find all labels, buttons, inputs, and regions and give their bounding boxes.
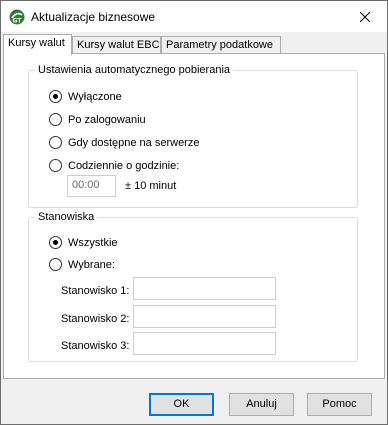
close-button[interactable]	[343, 1, 387, 32]
radio-disabled[interactable]: Wyłączone	[49, 90, 122, 103]
auto-download-legend: Ustawienia automatycznego pobierania	[35, 64, 234, 77]
radio-label: Wybrane:	[68, 258, 115, 271]
cancel-button[interactable]: Anuluj	[229, 393, 294, 416]
dialog-window: GT Aktualizacje biznesowe Kursy walut Ku…	[0, 0, 388, 425]
radio-selected-workstations[interactable]: Wybrane:	[49, 258, 115, 271]
radio-button[interactable]	[49, 136, 62, 149]
workstation-2-input[interactable]	[133, 305, 276, 328]
workstation-3-label: Stanowisko 3:	[61, 340, 130, 352]
tab-parametry-podatkowe[interactable]: Parametry podatkowe	[161, 36, 281, 54]
workstations-group: Stanowiska Wszystkie Wybrane: Stanowisko…	[28, 211, 358, 362]
title-bar[interactable]: GT Aktualizacje biznesowe	[1, 1, 387, 32]
radio-after-login[interactable]: Po zalogowaniu	[49, 113, 146, 126]
time-input[interactable]: 00:00	[67, 175, 116, 197]
workstations-legend: Stanowiska	[35, 211, 98, 224]
radio-label: Gdy dostępne na serwerze	[68, 136, 200, 149]
help-button[interactable]: Pomoc	[307, 393, 372, 416]
window-title: Aktualizacje biznesowe	[31, 10, 156, 24]
workstation-1-input[interactable]	[133, 277, 276, 300]
radio-button[interactable]	[49, 159, 62, 172]
auto-download-group: Ustawienia automatycznego pobierania Wył…	[28, 64, 358, 208]
close-icon	[360, 11, 370, 22]
time-tolerance-label: ± 10 minut	[125, 180, 177, 192]
radio-button[interactable]	[49, 258, 62, 271]
radio-label: Po zalogowaniu	[68, 113, 146, 126]
radio-label: Wszystkie	[68, 236, 118, 249]
radio-when-available[interactable]: Gdy dostępne na serwerze	[49, 136, 199, 149]
workstation-2-label: Stanowisko 2:	[61, 313, 130, 325]
svg-text:GT: GT	[13, 18, 23, 25]
tab-kursy-walut-ebc[interactable]: Kursy walut EBC	[72, 36, 161, 54]
radio-all-workstations[interactable]: Wszystkie	[49, 236, 118, 249]
radio-button[interactable]	[49, 236, 62, 249]
tab-kursy-walut[interactable]: Kursy walut	[3, 34, 72, 55]
radio-label: Codziennie o godzinie:	[68, 159, 180, 172]
ok-button[interactable]: OK	[149, 393, 214, 416]
workstation-3-input[interactable]	[133, 332, 276, 355]
radio-button[interactable]	[49, 113, 62, 126]
tab-panel: Ustawienia automatycznego pobierania Wył…	[3, 53, 385, 379]
radio-button[interactable]	[49, 90, 62, 103]
radio-daily-at-time[interactable]: Codziennie o godzinie:	[49, 159, 179, 172]
radio-label: Wyłączone	[68, 90, 122, 103]
workstation-1-label: Stanowisko 1:	[61, 285, 130, 297]
app-logo-icon: GT	[9, 9, 25, 25]
